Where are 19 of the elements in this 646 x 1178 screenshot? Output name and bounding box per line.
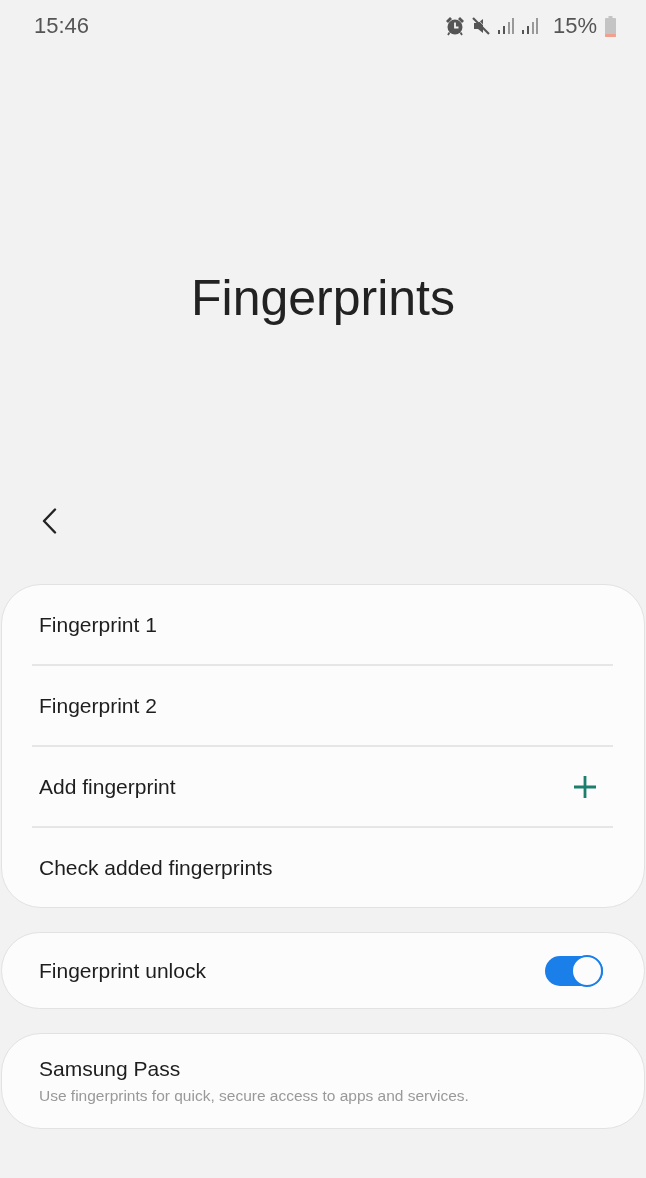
- item-description: Use fingerprints for quick, secure access to apps and services.: [39, 1087, 469, 1105]
- page-title: Fingerprints: [190, 269, 456, 328]
- list-item[interactable]: Samsung Pass Use fingerprints for quick, secure access to apps and services.: [2, 1034, 644, 1128]
- plus-icon: [573, 774, 597, 799]
- list-item[interactable]: Fingerprint 2: [2, 666, 644, 745]
- back-icon[interactable]: [41, 508, 57, 534]
- list-item[interactable]: Fingerprint unlock: [2, 933, 644, 1008]
- battery-icon: [605, 15, 616, 37]
- list-item[interactable]: Check added fingerprints: [2, 828, 644, 907]
- status-time: 15:46: [34, 13, 90, 39]
- alarm-clock-icon: [444, 16, 465, 36]
- item-title: Samsung Pass: [39, 1057, 181, 1081]
- signal-bars-icon: [496, 16, 515, 36]
- battery-percentage: 15%: [552, 13, 597, 39]
- list-item[interactable]: Add fingerprint: [2, 747, 644, 826]
- muted-speaker-icon: [470, 16, 491, 36]
- list-item[interactable]: Fingerprint 1: [2, 585, 644, 664]
- toggle-switch[interactable]: [545, 955, 603, 986]
- signal-bars-icon: [520, 16, 539, 36]
